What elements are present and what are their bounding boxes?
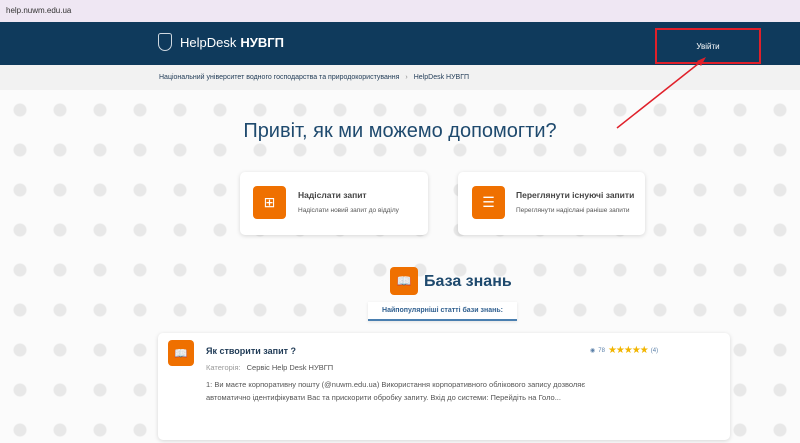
annotation-arrow [616, 57, 706, 129]
